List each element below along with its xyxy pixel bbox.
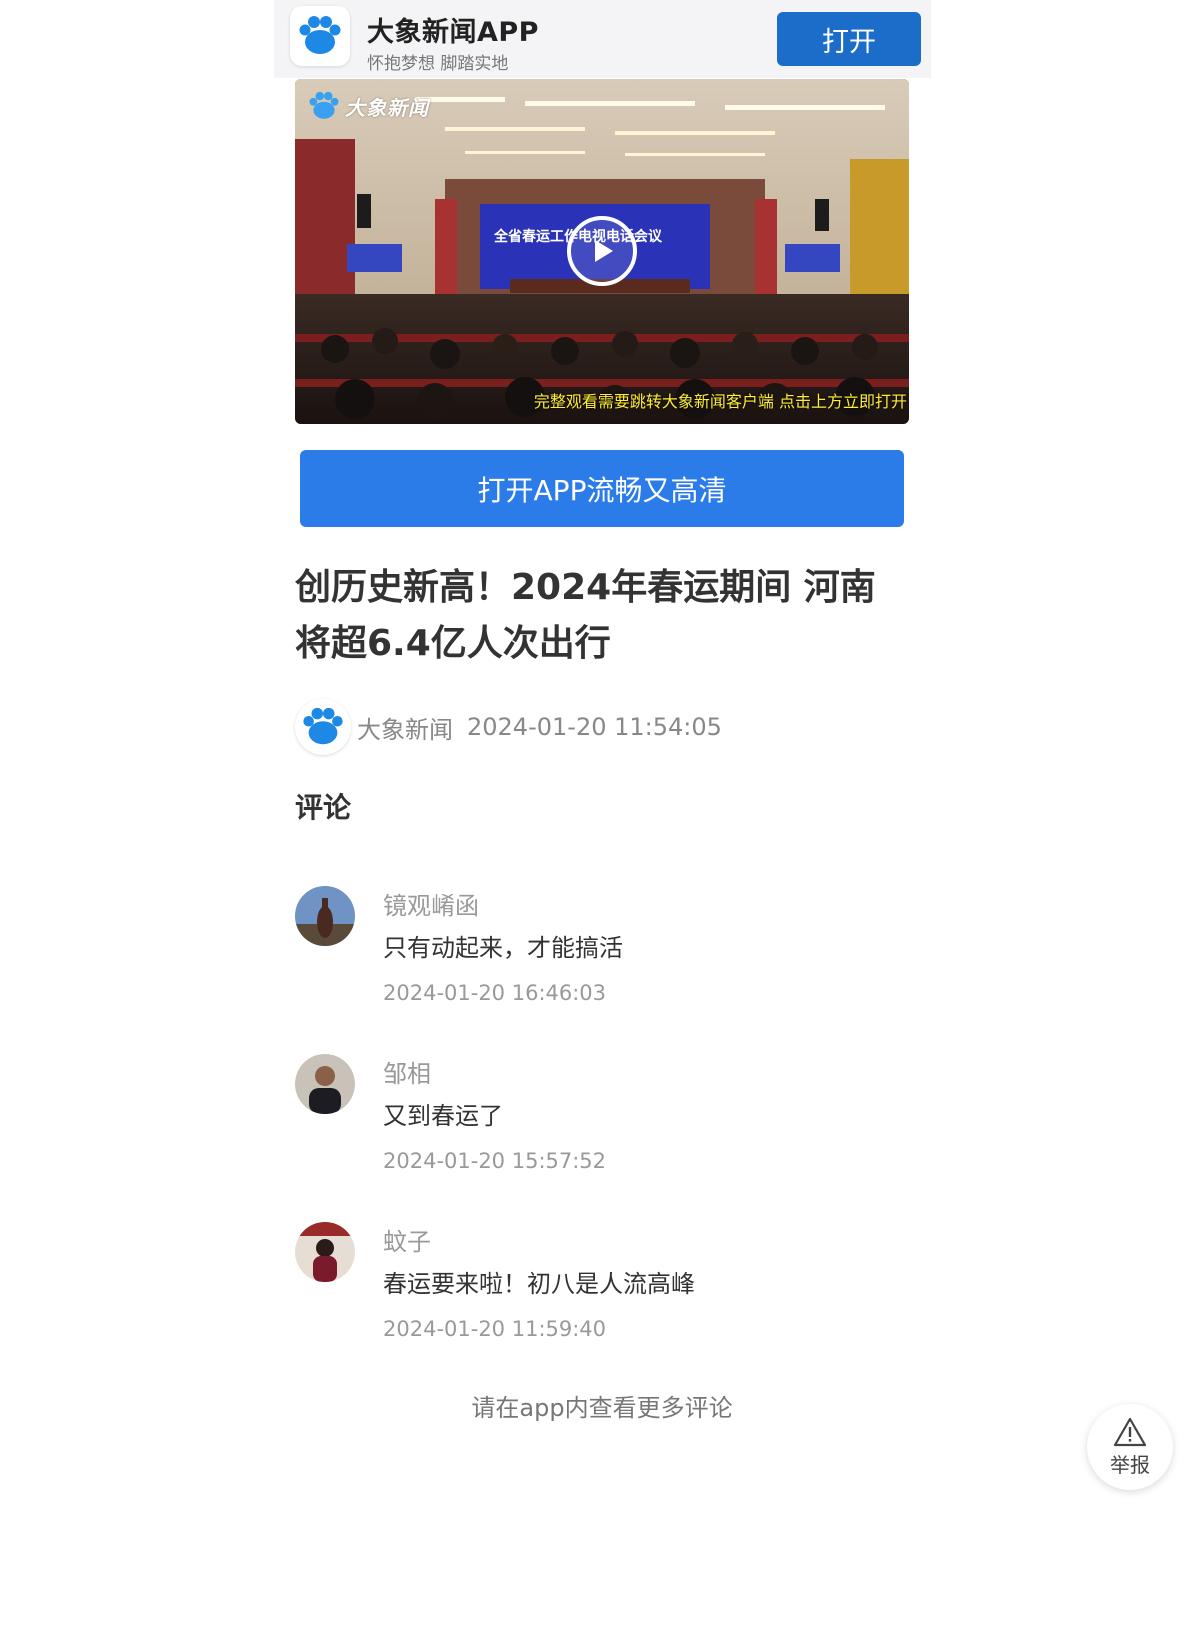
report-button[interactable]: 举报 bbox=[1087, 1404, 1173, 1490]
article-source: 大象新闻 bbox=[357, 715, 453, 744]
comments-heading: 评论 bbox=[295, 791, 352, 824]
video-watermark-logo: 大象新闻 bbox=[307, 89, 429, 123]
article-published-time: 2024-01-20 11:54:05 bbox=[467, 713, 722, 741]
comment-text: 只有动起来，才能搞活 bbox=[383, 934, 623, 962]
article-meta: 大象新闻 2024-01-20 11:54:05 bbox=[295, 698, 722, 756]
video-player[interactable]: 全省春运工作电视电话会议 大象新闻 完整观看需要跳转大象新闻客户端 点击上方立即… bbox=[295, 79, 909, 424]
report-label: 举报 bbox=[1110, 1452, 1150, 1477]
comment-author: 邹相 bbox=[383, 1060, 431, 1088]
play-button[interactable] bbox=[567, 216, 637, 286]
paw-watermark-icon bbox=[309, 91, 339, 119]
comment-text: 又到春运了 bbox=[383, 1102, 503, 1130]
comment-author: 镜观崤函 bbox=[383, 892, 479, 920]
app-name: 大象新闻APP bbox=[367, 17, 539, 48]
comment-item: 蚊子 春运要来啦！初八是人流高峰 2024-01-20 11:59:40 bbox=[295, 1222, 905, 1372]
comment-time: 2024-01-20 15:57:52 bbox=[383, 1149, 607, 1173]
more-comments-link[interactable]: 请在app内查看更多评论 bbox=[300, 1388, 904, 1423]
paw-logo-icon bbox=[290, 6, 350, 66]
paw-logo-icon bbox=[303, 707, 343, 745]
comment-author: 蚊子 bbox=[383, 1228, 431, 1256]
warning-icon bbox=[1113, 1417, 1147, 1446]
comment-time: 2024-01-20 11:59:40 bbox=[383, 1317, 607, 1341]
open-app-button[interactable]: 打开 bbox=[777, 12, 921, 66]
avatar[interactable] bbox=[295, 886, 355, 946]
comment-item: 邹相 又到春运了 2024-01-20 15:57:52 bbox=[295, 1054, 905, 1204]
play-icon bbox=[595, 240, 613, 262]
source-avatar bbox=[295, 699, 351, 755]
comment-time: 2024-01-20 16:46:03 bbox=[383, 981, 607, 1005]
app-slogan: 怀抱梦想 脚踏实地 bbox=[367, 54, 509, 74]
article-title: 创历史新高！2024年春运期间 河南将超6.4亿人次出行 bbox=[295, 567, 876, 664]
app-download-banner: 大象新闻APP 怀抱梦想 脚踏实地 打开 bbox=[274, 0, 931, 78]
comment-item: 镜观崤函 只有动起来，才能搞活 2024-01-20 16:46:03 bbox=[295, 886, 905, 1036]
open-app-hd-button[interactable]: 打开APP流畅又高清 bbox=[300, 450, 904, 527]
video-logo-text: 大象新闻 bbox=[345, 95, 429, 120]
video-tip: 完整观看需要跳转大象新闻客户端 点击上方立即打开 bbox=[533, 392, 907, 411]
comment-text: 春运要来啦！初八是人流高峰 bbox=[383, 1270, 695, 1298]
avatar[interactable] bbox=[295, 1054, 355, 1114]
avatar[interactable] bbox=[295, 1222, 355, 1282]
